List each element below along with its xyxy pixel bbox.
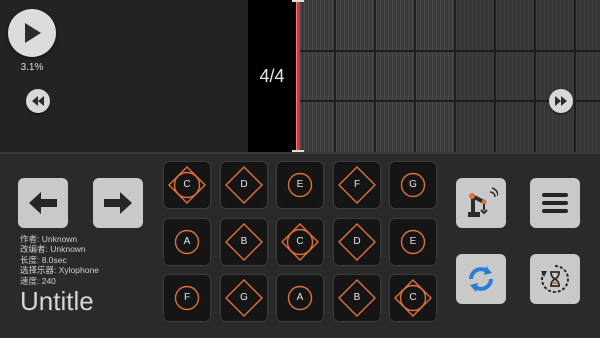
note-label: A xyxy=(183,236,191,247)
length-label: 长度: 8.0sec xyxy=(20,254,67,265)
speed-label: 速度: 240 xyxy=(20,275,56,286)
hourglass-timer-icon xyxy=(541,265,569,293)
play-icon xyxy=(25,23,41,43)
play-button[interactable] xyxy=(8,9,56,57)
timer-button[interactable] xyxy=(530,254,580,304)
note-label: F xyxy=(353,179,361,190)
note-pad-a[interactable]: A xyxy=(276,274,324,322)
sync-icon xyxy=(469,266,493,292)
note-pad-a[interactable]: A xyxy=(163,218,211,266)
note-label: B xyxy=(353,292,361,303)
note-pad-g[interactable]: G xyxy=(389,161,437,209)
note-label: D xyxy=(353,236,361,247)
time-signature-label: 4/4 xyxy=(259,66,285,86)
loop-button[interactable] xyxy=(456,254,506,304)
hamburger-menu-icon xyxy=(542,193,568,213)
note-label: C xyxy=(296,236,304,247)
note-pad-e[interactable]: E xyxy=(389,218,437,266)
rewind-button[interactable] xyxy=(26,89,50,113)
playhead[interactable] xyxy=(296,0,300,152)
song-info: 作者: Unknown 改编者: Unknown 长度: 8.0sec 选择乐器… xyxy=(20,234,99,286)
song-title[interactable]: Untitle xyxy=(20,286,94,317)
note-pad-e[interactable]: E xyxy=(276,161,324,209)
note-label: E xyxy=(409,236,417,247)
note-pad-f[interactable]: F xyxy=(333,161,381,209)
playback-progress: 3.1% xyxy=(20,62,44,73)
next-button[interactable] xyxy=(93,178,143,228)
note-label: E xyxy=(296,179,304,190)
note-label: C xyxy=(409,292,417,303)
timeline-area: 4/4 3.1% xyxy=(0,0,600,152)
robot-arm-icon xyxy=(468,187,498,217)
rewind-icon xyxy=(32,96,44,106)
author-label: 作者: Unknown xyxy=(20,234,78,244)
previous-button[interactable] xyxy=(18,178,68,228)
note-pad-d[interactable]: D xyxy=(333,218,381,266)
app-root: 4/4 3.1% 作者: Unknown 改编者: Unknown 长度: 8.… xyxy=(0,0,600,338)
arrow-left-icon xyxy=(29,192,57,214)
note-label: C xyxy=(183,179,191,190)
note-pad-c[interactable]: C xyxy=(163,161,211,209)
note-pad-f[interactable]: F xyxy=(163,274,211,322)
note-label: B xyxy=(240,236,248,247)
menu-button[interactable] xyxy=(530,178,580,228)
note-pad-g[interactable]: G xyxy=(220,274,268,322)
arranger-label: 改编者: Unknown xyxy=(20,244,86,255)
note-grid[interactable] xyxy=(300,0,600,152)
note-pad-d[interactable]: D xyxy=(220,161,268,209)
note-label: G xyxy=(240,292,248,303)
fast-forward-button[interactable] xyxy=(549,89,573,113)
fast-forward-icon xyxy=(555,96,567,106)
note-label: G xyxy=(409,179,417,190)
note-label: A xyxy=(296,292,304,303)
note-pad-b[interactable]: B xyxy=(220,218,268,266)
instrument-label: 选择乐器: Xylophone xyxy=(20,265,99,276)
note-label: D xyxy=(240,179,248,190)
auto-play-button[interactable] xyxy=(456,178,506,228)
note-pad-c[interactable]: C xyxy=(389,274,437,322)
note-pad-b[interactable]: B xyxy=(333,274,381,322)
note-pad-c[interactable]: C xyxy=(276,218,324,266)
note-grid-lines xyxy=(300,0,600,152)
arrow-right-icon xyxy=(104,192,132,214)
note-label: F xyxy=(183,292,191,303)
playhead-top-cap xyxy=(292,0,304,2)
divider xyxy=(0,152,600,154)
